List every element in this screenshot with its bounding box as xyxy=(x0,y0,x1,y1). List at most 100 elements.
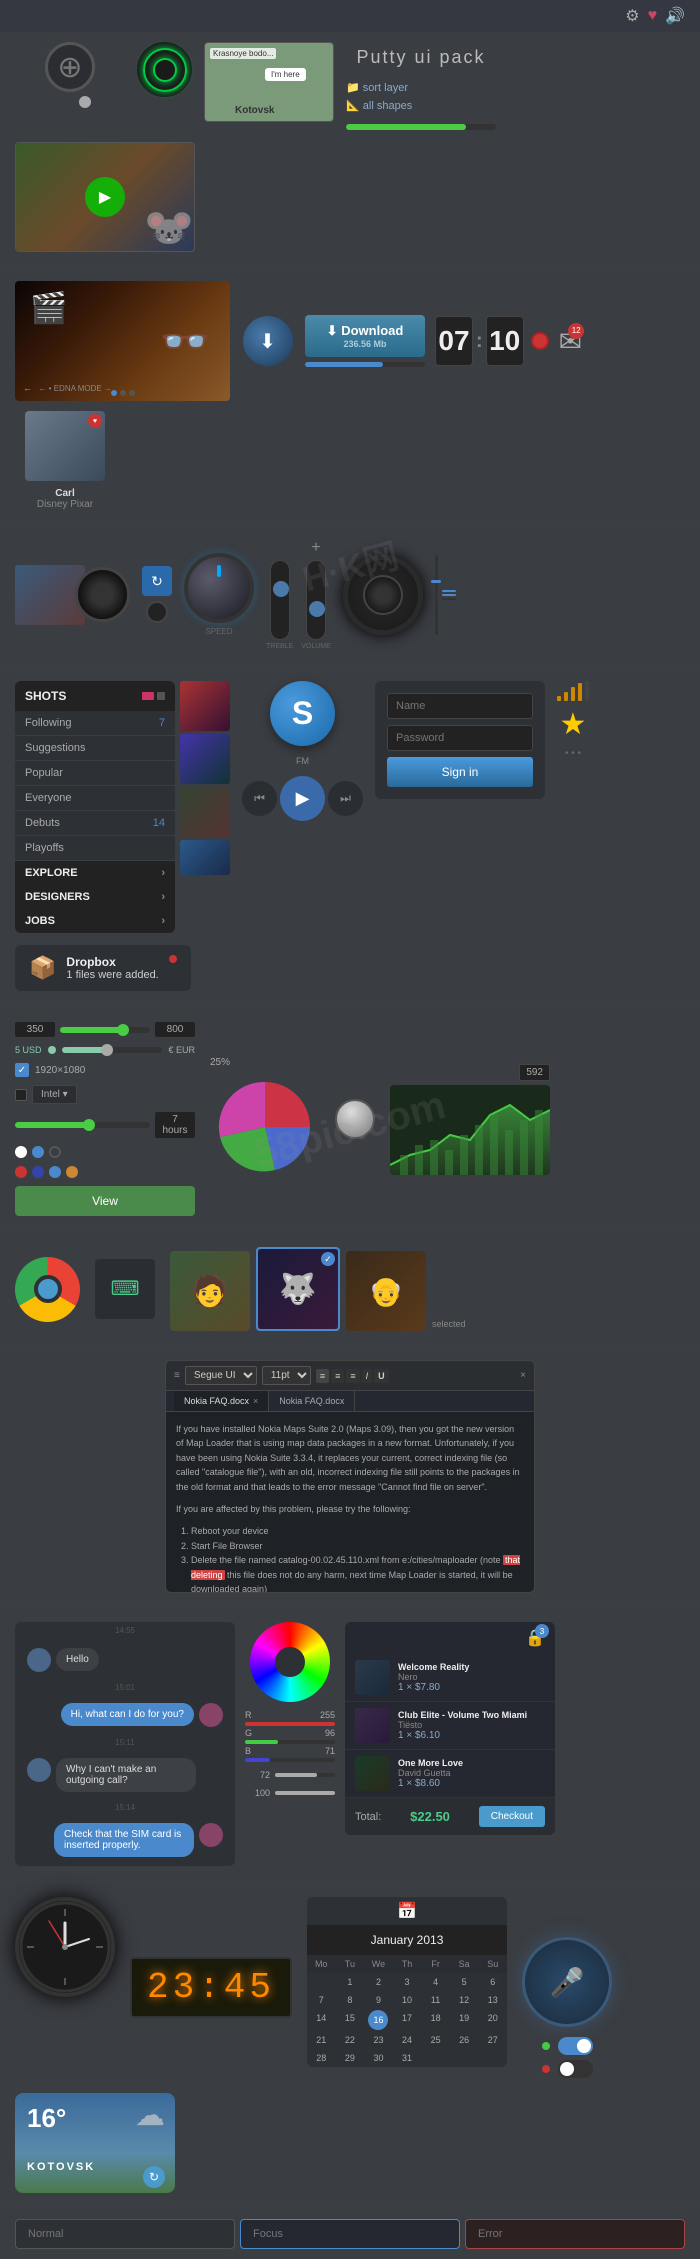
calendar-icon: 📅 xyxy=(307,1897,507,1925)
checkout-button[interactable]: Checkout xyxy=(479,1806,545,1827)
heart-icon[interactable]: ♥ xyxy=(648,7,658,25)
chat-bubble-2: Hi, what can I do for you? xyxy=(61,1703,194,1726)
bold-btn[interactable]: U xyxy=(374,1369,389,1383)
password-input[interactable] xyxy=(387,725,533,751)
shots-item-debuts[interactable]: Debuts 14 xyxy=(15,811,175,836)
chat-msg-2: Hi, what can I do for you? xyxy=(19,1698,231,1732)
map-from-label: Krasnoye bodo... xyxy=(210,48,276,59)
download-button[interactable]: ⬇ Download 236.56 Mb xyxy=(305,315,425,357)
error-input[interactable]: Error xyxy=(465,2219,685,2249)
extra-slider-1: 72 xyxy=(245,1770,335,1780)
speaker-cone xyxy=(363,575,403,615)
play-button[interactable]: ▶ xyxy=(85,177,125,217)
vinyl-record xyxy=(75,567,130,622)
chat-widget: 14:55 Hello 15:01 Hi, what can I do for … xyxy=(15,1622,235,1866)
hours-slider[interactable]: 7 hours xyxy=(15,1112,195,1138)
chrome-center xyxy=(34,1275,62,1303)
cpu-check[interactable] xyxy=(15,1089,27,1101)
size-select[interactable]: 11pt xyxy=(262,1366,311,1385)
toggle-2[interactable] xyxy=(558,2060,593,2078)
volume-icon[interactable]: 🔊 xyxy=(665,6,685,26)
editor-content[interactable]: If you have installed Nokia Maps Suite 2… xyxy=(166,1412,534,1592)
chat-bubble-4: Check that the SIM card is inserted prop… xyxy=(54,1823,194,1857)
focus-input[interactable]: Focus xyxy=(240,2219,460,2249)
repeat-button[interactable]: ↻ xyxy=(142,566,172,596)
play-pause-button[interactable]: ▶ xyxy=(280,776,325,821)
right-slider[interactable] xyxy=(435,555,438,635)
fm-label: FM xyxy=(296,756,309,766)
sign-in-button[interactable]: Sign in xyxy=(387,757,533,787)
cloud-upload-icon[interactable]: ⬇ xyxy=(240,314,295,369)
rating-label: • • • xyxy=(565,748,581,759)
toggle-1[interactable] xyxy=(558,2037,593,2055)
resolution-check[interactable]: ✓ 1920×1080 xyxy=(15,1063,195,1077)
shots-icon[interactable] xyxy=(142,692,154,700)
area-chart xyxy=(390,1085,550,1175)
analog-clock xyxy=(15,1897,115,1997)
shots-item-following[interactable]: Following 7 xyxy=(15,711,175,736)
video-thumbnail[interactable]: ▶ 🐭 xyxy=(15,142,195,252)
chat-avatar-4 xyxy=(199,1823,223,1847)
menu-icon[interactable]: ≡ xyxy=(174,1370,180,1381)
range-slider[interactable]: 350 800 xyxy=(15,1022,195,1037)
calendar-grid: 1 2 3 4 5 6 7 8 9 10 11 12 13 14 15 16 1… xyxy=(307,1973,507,2067)
dpad-control[interactable] xyxy=(45,42,95,92)
shots-item-playoffs[interactable]: Playoffs xyxy=(15,836,175,861)
shots-item-everyone[interactable]: Everyone xyxy=(15,786,175,811)
italic-btn[interactable]: I xyxy=(362,1369,373,1383)
cpu-dropdown[interactable]: Intel ▾ xyxy=(32,1085,77,1104)
profile-card: ♥ Carl Disney Pixar xyxy=(15,411,115,510)
prev-button[interactable]: ⏮ xyxy=(242,781,277,816)
microphone-icon: 🎤 xyxy=(550,1966,585,1999)
tab-close-icon[interactable]: × xyxy=(253,1396,258,1406)
view-button[interactable]: View xyxy=(15,1186,195,1216)
shots-item-suggestions[interactable]: Suggestions xyxy=(15,736,175,761)
align-left[interactable]: ≡ xyxy=(316,1369,329,1383)
range-min: 350 xyxy=(15,1022,55,1037)
sort-layer[interactable]: 📁 sort layer xyxy=(346,81,496,94)
font-select[interactable]: Segue UI xyxy=(185,1366,257,1385)
volume-knob[interactable] xyxy=(184,553,254,623)
editor-tabs: Nokia FAQ.docx × Nokia FAQ.docx xyxy=(166,1391,534,1412)
r-value: 255 xyxy=(320,1710,335,1720)
shots-item-popular[interactable]: Popular xyxy=(15,761,175,786)
r-label: R xyxy=(245,1710,252,1720)
align-right[interactable]: ≡ xyxy=(346,1369,359,1383)
tab-2[interactable]: Nokia FAQ.docx xyxy=(269,1391,355,1411)
weather-refresh-button[interactable]: ↻ xyxy=(143,2166,165,2188)
hours-label: 7 hours xyxy=(155,1112,195,1138)
b-label: B xyxy=(245,1746,251,1756)
chrome-icon[interactable] xyxy=(15,1257,80,1322)
align-center[interactable]: ≡ xyxy=(331,1369,344,1383)
shots-explore[interactable]: EXPLORE › xyxy=(15,861,175,885)
eq-slider-1[interactable] xyxy=(270,560,290,640)
dropbox-alert-dot xyxy=(169,955,177,963)
shots-designers[interactable]: DESIGNERS › xyxy=(15,885,175,909)
gallery-img-2[interactable]: 🐺 ✓ xyxy=(256,1247,340,1331)
email-badge: 12 xyxy=(568,323,584,339)
shots-menu-icon[interactable] xyxy=(157,692,165,700)
terminal-icon[interactable]: ⌨ xyxy=(95,1259,155,1319)
skype-icon[interactable]: S xyxy=(270,681,335,746)
name-input[interactable] xyxy=(387,693,533,719)
gallery-img-1[interactable]: 🧑 xyxy=(170,1251,250,1331)
tab-1[interactable]: Nokia FAQ.docx × xyxy=(174,1391,269,1411)
voice-button[interactable]: 🎤 xyxy=(522,1937,612,2027)
shots-jobs[interactable]: JOBS › xyxy=(15,909,175,933)
calendar-widget: 📅 January 2013 Mo Tu We Th Fr Sa Su 1 2 … xyxy=(307,1897,507,2067)
settings-icon[interactable]: ⚙ xyxy=(625,6,639,26)
status-dot-green xyxy=(542,2042,550,2050)
eq-slider-2[interactable] xyxy=(306,560,326,640)
gallery-img-3[interactable]: 👴 xyxy=(346,1251,426,1331)
color-wheel[interactable] xyxy=(250,1622,330,1702)
add-icon[interactable]: + xyxy=(311,539,320,557)
normal-input[interactable]: Normal xyxy=(15,2219,235,2249)
close-icon[interactable]: × xyxy=(520,1370,526,1381)
mini-button[interactable] xyxy=(146,601,168,623)
email-widget[interactable]: ✉ 12 xyxy=(559,325,582,358)
all-shapes[interactable]: 📐 all shapes xyxy=(346,99,496,112)
power-button[interactable] xyxy=(531,332,549,350)
cart-img-2 xyxy=(355,1708,390,1743)
toggle-row-1 xyxy=(542,2037,593,2055)
next-button[interactable]: ⏭ xyxy=(328,781,363,816)
